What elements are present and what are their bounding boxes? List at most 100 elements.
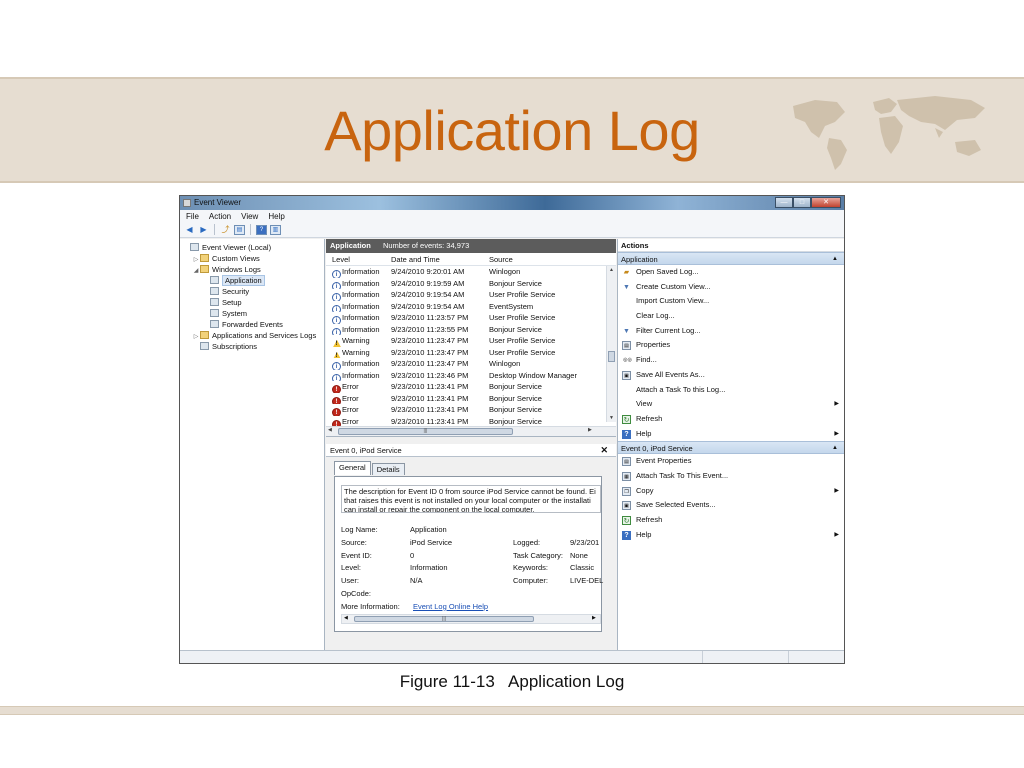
- action-save-selected-events[interactable]: ▣ Save Selected Events...: [618, 498, 844, 513]
- action-find[interactable]: ◎◎ Find...: [618, 353, 844, 368]
- action-help[interactable]: ? Help ▶: [618, 427, 844, 442]
- error-icon: !: [332, 396, 341, 404]
- event-row[interactable]: ! Warning 9/23/2010 11:23:47 PM User Profil…: [326, 335, 616, 347]
- action-label: Help: [636, 428, 652, 438]
- event-row[interactable]: i Information 9/23/2010 11:23:47 PM Winlogo…: [326, 358, 616, 370]
- tree-item[interactable]: ◢ Windows Logs: [180, 264, 324, 275]
- event-row[interactable]: i Information 9/24/2010 9:20:01 AM Winlogon: [326, 266, 616, 278]
- close-button[interactable]: ✕: [811, 197, 841, 208]
- menu-action[interactable]: Action: [209, 212, 231, 221]
- event-row[interactable]: i Information 9/23/2010 11:23:55 PM Bonjour…: [326, 324, 616, 335]
- scroll-thumb[interactable]: [608, 351, 615, 362]
- level-cell: i Information: [326, 301, 391, 312]
- back-arrow-icon[interactable]: ◀: [184, 225, 195, 235]
- menu-file[interactable]: File: [186, 212, 199, 221]
- action-refresh[interactable]: ↻ Refresh: [618, 412, 844, 427]
- level-text: Error: [342, 416, 359, 426]
- scroll-up-icon[interactable]: ▲: [607, 267, 616, 273]
- column-header-date[interactable]: Date and Time: [391, 253, 489, 265]
- show-hide-tree-icon[interactable]: ▤: [234, 224, 245, 235]
- tree-item[interactable]: System: [180, 308, 324, 319]
- scroll-left-icon[interactable]: ◀: [344, 615, 348, 621]
- tree-item[interactable]: Event Viewer (Local): [180, 242, 324, 253]
- action-help[interactable]: ? Help ▶: [618, 528, 844, 543]
- menu-help[interactable]: Help: [268, 212, 284, 221]
- scroll-left-icon[interactable]: ◀: [328, 427, 332, 433]
- detail-horizontal-scrollbar[interactable]: ◀ ||| ▶: [341, 614, 601, 624]
- forward-arrow-icon[interactable]: ▶: [198, 225, 209, 235]
- show-hide-action-pane-icon[interactable]: ▥: [270, 224, 281, 235]
- tab-general[interactable]: General: [334, 461, 371, 475]
- action-view[interactable]: View ▶: [618, 397, 844, 412]
- source-cell: User Profile Service: [489, 313, 556, 322]
- scroll-right-icon[interactable]: ▶: [592, 615, 596, 621]
- event-row[interactable]: ! Error 9/23/2010 11:23:41 PM Bonjour Servi…: [326, 393, 616, 404]
- action-label: Create Custom View...: [636, 281, 711, 291]
- action-filter-current-log[interactable]: ▼ Filter Current Log...: [618, 324, 844, 339]
- menu-view[interactable]: View: [241, 212, 258, 221]
- save-icon: ▣: [622, 370, 631, 380]
- actions-section-header[interactable]: Event 0, iPod Service ▲: [618, 441, 844, 455]
- date-cell: 9/23/2010 11:23:47 PM: [391, 336, 469, 345]
- event-row[interactable]: ! Warning 9/23/2010 11:23:47 PM User Profil…: [326, 347, 616, 358]
- action-properties[interactable]: ▤ Properties: [618, 338, 844, 353]
- action-save-all-events-as[interactable]: ▣ Save All Events As...: [618, 368, 844, 383]
- event-row[interactable]: i Information 9/24/2010 9:19:59 AM Bonjour …: [326, 278, 616, 289]
- help-icon: ?: [622, 429, 631, 439]
- event-description[interactable]: The description for Event ID 0 from sour…: [341, 485, 601, 513]
- action-attach-task-to-this-event[interactable]: ▦ Attach Task To This Event...: [618, 469, 844, 484]
- tree-item[interactable]: Application: [180, 275, 324, 286]
- scroll-right-icon[interactable]: ▶: [588, 427, 592, 433]
- event-row[interactable]: i Information 9/24/2010 9:19:54 AM User Pro…: [326, 289, 616, 301]
- property-value: Classic: [570, 563, 595, 573]
- action-clear-log[interactable]: Clear Log...: [618, 309, 844, 324]
- actions-section-header[interactable]: Application ▲: [618, 252, 844, 265]
- action-open-saved-log[interactable]: ▰ Open Saved Log...: [618, 265, 844, 280]
- scroll-thumb[interactable]: |||: [338, 428, 513, 435]
- event-row[interactable]: i Information 9/23/2010 11:23:57 PM User Pr…: [326, 312, 616, 324]
- minimize-button[interactable]: —: [775, 197, 793, 208]
- action-create-custom-view[interactable]: ▼ Create Custom View...: [618, 280, 844, 295]
- status-segment: [788, 651, 789, 663]
- column-header-source[interactable]: Source: [489, 253, 603, 265]
- refresh-icon: ↻: [622, 516, 631, 525]
- horizontal-scrollbar[interactable]: ◀ ||| ▶: [326, 426, 616, 436]
- up-folder-icon[interactable]: ⤴: [220, 225, 231, 235]
- scroll-thumb[interactable]: |||: [354, 616, 534, 622]
- event-log-online-help-link[interactable]: Event Log Online Help: [413, 602, 488, 611]
- tree-item[interactable]: ▷ Applications and Services Logs: [180, 330, 324, 341]
- action-import-custom-view[interactable]: Import Custom View...: [618, 294, 844, 309]
- level-cell: ! Warning: [326, 335, 391, 347]
- event-row[interactable]: i Information 9/23/2010 11:23:46 PM Desktop…: [326, 370, 616, 381]
- action-attach-a-task-to-this-log[interactable]: Attach a Task To this Log...: [618, 383, 844, 398]
- description-line: The description for Event ID 0 from sour…: [344, 487, 596, 496]
- tree-item[interactable]: Setup: [180, 297, 324, 308]
- action-refresh[interactable]: ↻ Refresh: [618, 513, 844, 528]
- level-cell: i Information: [326, 358, 391, 370]
- help-icon[interactable]: ?: [256, 224, 267, 235]
- figure-caption: Figure 11-13 Application Log: [399, 672, 625, 691]
- property-label: Computer:: [513, 576, 549, 586]
- toolbar: ◀ ▶ ⤴ ▤ ? ▥: [180, 222, 844, 238]
- tree-item[interactable]: Forwarded Events: [180, 319, 324, 330]
- tree-item[interactable]: Subscriptions: [180, 341, 324, 352]
- close-detail-icon[interactable]: ✕: [600, 444, 608, 457]
- action-copy[interactable]: ❐ Copy ▶: [618, 484, 844, 499]
- vertical-scrollbar[interactable]: ▲ ▼: [606, 266, 616, 422]
- tree-item[interactable]: Security: [180, 286, 324, 297]
- event-row[interactable]: i Information 9/24/2010 9:19:54 AM EventSys…: [326, 301, 616, 312]
- tab-details[interactable]: Details: [371, 463, 405, 475]
- action-label: Copy: [636, 485, 654, 495]
- title-bar[interactable]: Event Viewer — □ ✕: [180, 196, 844, 210]
- maximize-button[interactable]: □: [793, 197, 811, 208]
- scroll-down-icon[interactable]: ▼: [607, 415, 616, 421]
- folder-icon: [200, 331, 209, 339]
- column-header-level[interactable]: Level: [326, 253, 391, 265]
- folder-icon: [200, 265, 209, 273]
- event-row[interactable]: ! Error 9/23/2010 11:23:41 PM Bonjour Servi…: [326, 381, 616, 393]
- event-row[interactable]: ! Error 9/23/2010 11:23:41 PM Bonjour Servi…: [326, 404, 616, 416]
- refresh-icon: ↻: [622, 414, 631, 424]
- information-icon: i: [332, 362, 341, 370]
- tree-item[interactable]: ▷ Custom Views: [180, 253, 324, 264]
- action-event-properties[interactable]: ▤ Event Properties: [618, 454, 844, 469]
